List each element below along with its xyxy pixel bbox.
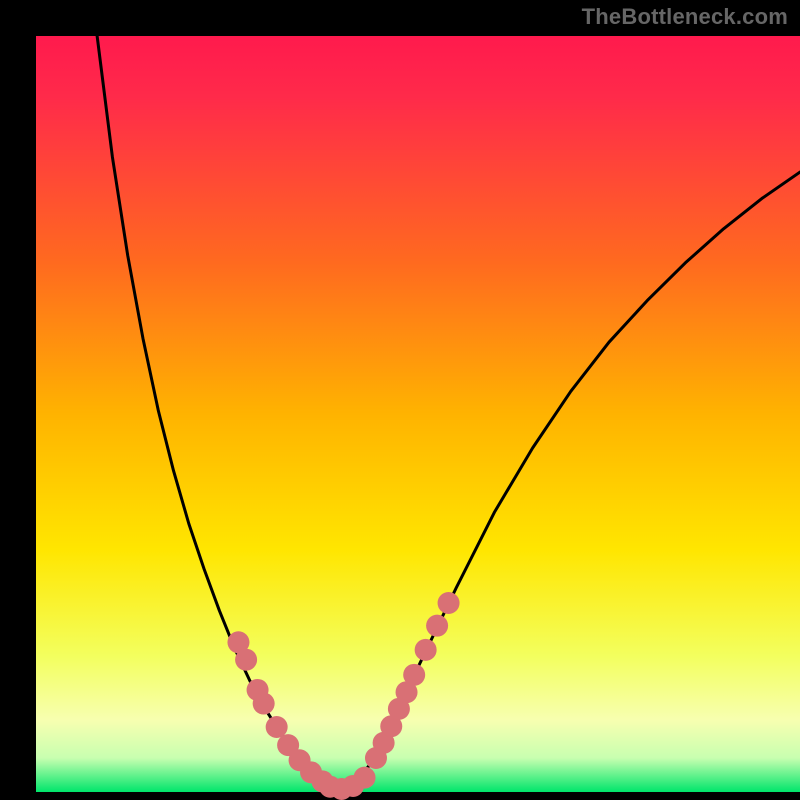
scatter-dot bbox=[438, 592, 460, 614]
scatter-dot bbox=[426, 615, 448, 637]
chart-canvas bbox=[0, 0, 800, 800]
scatter-dot bbox=[235, 649, 257, 671]
scatter-dot bbox=[354, 767, 376, 789]
chart-frame: TheBottleneck.com bbox=[0, 0, 800, 800]
scatter-dot bbox=[253, 693, 275, 715]
scatter-dot bbox=[403, 664, 425, 686]
scatter-dot bbox=[266, 716, 288, 738]
scatter-dot bbox=[415, 639, 437, 661]
watermark-text: TheBottleneck.com bbox=[582, 4, 788, 30]
